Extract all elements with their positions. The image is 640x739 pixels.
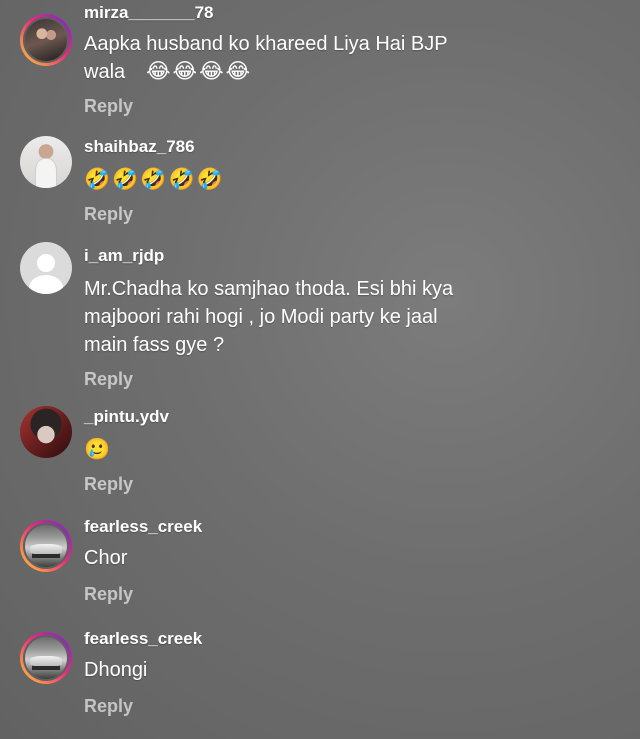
comment-text: Mr.Chadha ko samjhao thoda. Esi bhi kya … [84,278,454,356]
comment-text: Dhongi [84,659,148,681]
comment-username[interactable]: i_am_rjdp [84,245,620,267]
comment-username[interactable]: mirza_______78 [84,2,620,24]
reply-button[interactable]: Reply [84,202,620,226]
avatar[interactable] [20,242,72,294]
reply-button[interactable]: Reply [84,582,620,606]
avatar[interactable] [20,632,72,684]
car-photo-avatar [23,523,69,569]
comment-username[interactable]: fearless_creek [84,516,620,538]
comment-text: Chor [84,547,128,569]
avatar[interactable] [20,14,72,66]
rofl-emoji: 🤣🤣🤣🤣🤣 [84,168,225,191]
man-photo-avatar [20,136,72,188]
laughing-emoji: 😂😂😂😂 [146,60,253,83]
anime-avatar [20,406,72,458]
comment-username[interactable]: fearless_creek [84,628,620,650]
user-silhouette-icon [37,254,55,273]
reply-button[interactable]: Reply [84,694,620,718]
reply-button[interactable]: Reply [84,94,620,118]
car-photo-avatar [23,635,69,681]
avatar[interactable] [20,520,72,572]
reply-button[interactable]: Reply [84,472,620,496]
avatar[interactable] [20,136,72,188]
tear-smile-emoji: 🥲 [84,438,113,461]
reply-button[interactable]: Reply [84,367,620,391]
comment-username[interactable]: _pintu.ydv [84,406,620,428]
couple-photo-avatar [23,17,69,63]
comment-username[interactable]: shaihbaz_786 [84,136,620,158]
default-avatar [20,242,72,294]
avatar[interactable] [20,406,72,458]
